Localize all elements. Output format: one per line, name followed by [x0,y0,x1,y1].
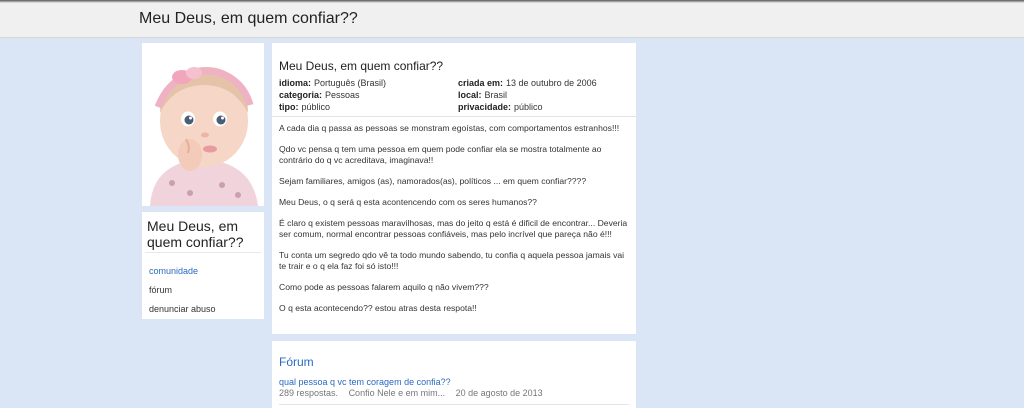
meta-criada: criada em: 13 de outubro de 2006 [458,78,597,88]
meta-tipo-label: tipo: [279,102,299,112]
community-photo[interactable] [142,43,264,206]
meta-idioma: idioma: Português (Brasil) [279,78,386,88]
sidebar-community-name: Meu Deus, em quem confiar?? [147,218,244,250]
description-paragraph: É claro q existem pessoas maravilhosas, … [279,218,628,239]
community-info-card: Meu Deus, em quem confiar?? idioma: Portu… [272,43,636,334]
description-paragraph: O q esta acontecendo?? estou atras desta… [279,303,477,313]
meta-tipo: tipo: público [279,102,330,112]
forum-topic-last-post: Confio Nele e em mim... [348,388,446,398]
sidebar-item-comunidade[interactable]: comunidade [149,266,198,276]
sidebar-item-forum[interactable]: fórum [149,285,172,295]
meta-local-value: Brasil [484,90,508,100]
forum-divider [279,404,629,405]
page-title: Meu Deus, em quem confiar?? [139,10,358,27]
meta-idioma-value: Português (Brasil) [314,78,387,88]
community-description: A cada dia q passa as pessoas se monstra… [279,123,631,324]
sidebar-item-denunciar-abuso[interactable]: denunciar abuso [149,304,216,314]
community-sidebar: Meu Deus, em quem confiar?? comunidade f… [142,212,264,319]
meta-privacidade-value: público [514,102,543,112]
forum-title-link[interactable]: Fórum [279,355,314,369]
sidebar-divider [145,252,261,253]
meta-categoria-value: Pessoas [325,90,360,100]
meta-privacidade-label: privacidade: [458,102,512,112]
meta-local-label: local: [458,90,482,100]
forum-topic-link[interactable]: qual pessoa q vc tem coragem de confia?? [279,377,451,387]
description-paragraph: Tu conta um segredo qdo vê ta todo mundo… [279,250,625,271]
description-paragraph: Meu Deus, o q será q esta acontencendo c… [279,197,537,207]
description-paragraph: Sejam familiares, amigos (as), namorados… [279,176,587,186]
meta-categoria-label: categoria: [279,90,323,100]
meta-privacidade: privacidade: público [458,102,543,112]
meta-categoria: categoria: Pessoas [279,90,360,100]
top-shadow [0,0,1024,3]
forum-topic-date: 20 de agosto de 2013 [455,388,543,398]
meta-local: local: Brasil [458,90,507,100]
forum-topic-info: 289 respostas. Confio Nele e em mim... 2… [279,388,551,398]
forum-card: Fórum qual pessoa q vc tem coragem de co… [272,341,636,408]
description-paragraph: A cada dia q passa as pessoas se monstra… [279,123,620,133]
forum-topic-replies: 289 respostas. [279,388,339,398]
description-paragraph: Como pode as pessoas falarem aquilo q nã… [279,282,489,292]
description-paragraph: Qdo vc pensa q tem uma pessoa em quem po… [279,144,602,165]
card-divider [272,116,636,117]
community-title: Meu Deus, em quem confiar?? [279,59,444,73]
baby-photo-icon [142,43,264,206]
meta-criada-value: 13 de outubro de 2006 [506,78,597,88]
meta-tipo-value: público [301,102,331,112]
meta-criada-label: criada em: [458,78,504,88]
meta-idioma-label: idioma: [279,78,312,88]
